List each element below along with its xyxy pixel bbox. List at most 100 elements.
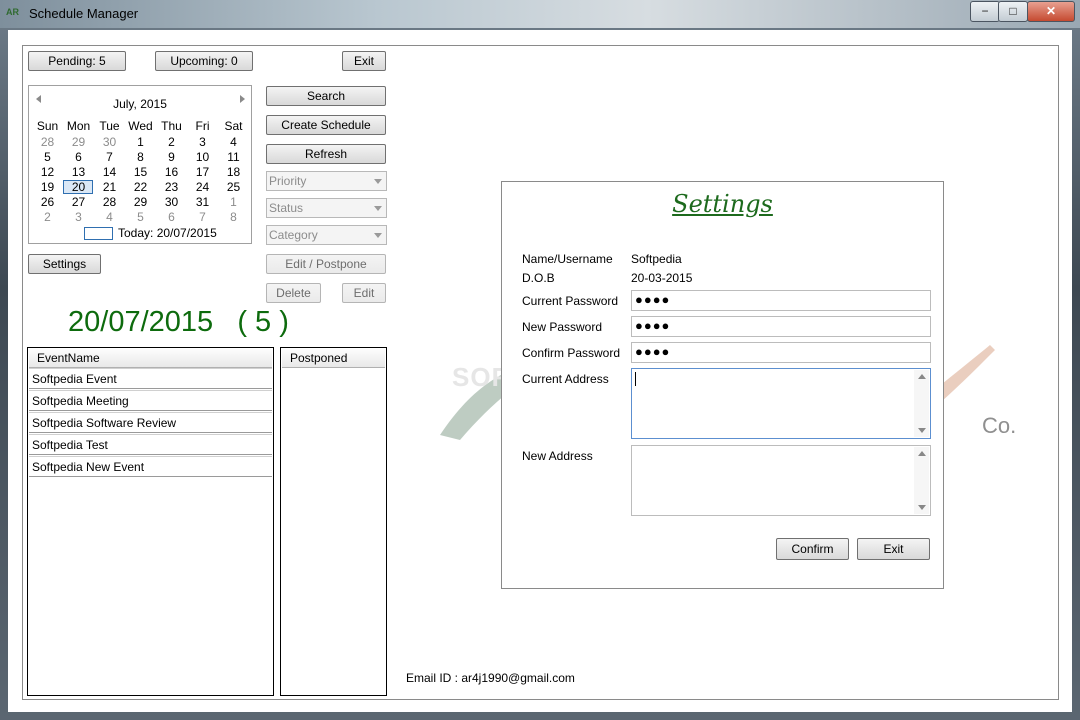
settings-exit-button[interactable]: Exit [857,538,930,560]
calendar-day[interactable]: 22 [125,180,156,194]
app-icon: AR [6,7,19,17]
minimize-button[interactable]: − [970,1,1000,22]
calendar-day[interactable]: 25 [218,180,249,194]
confirm-button[interactable]: Confirm [776,538,849,560]
calendar-day[interactable]: 12 [32,165,63,179]
calendar-day[interactable]: 31 [187,195,218,209]
weekday-label: Wed [128,119,153,133]
weekday-label: Mon [66,119,91,133]
settings-title: Settings [672,190,773,218]
event-row[interactable]: Softpedia Software Review [29,412,272,433]
exit-button[interactable]: Exit [342,51,386,71]
scroll-up-icon[interactable] [918,451,926,456]
calendar-day[interactable]: 15 [125,165,156,179]
settings-button[interactable]: Settings [28,254,101,274]
event-row[interactable]: Softpedia Event [29,368,272,389]
calendar-day[interactable]: 30 [156,195,187,209]
current-address-field[interactable] [631,368,931,439]
calendar-day[interactable]: 7 [187,210,218,224]
edit-postpone-button[interactable]: Edit / Postpone [266,254,386,274]
calendar-day[interactable]: 29 [63,135,94,149]
create-schedule-button[interactable]: Create Schedule [266,115,386,135]
scroll-up-icon[interactable] [918,374,926,379]
email-label: Email ID : ar4j1990@gmail.com [406,671,575,685]
current-address-scrollbar[interactable] [914,370,929,437]
category-select-value: Category [269,228,318,242]
calendar-day[interactable]: 16 [156,165,187,179]
status-select[interactable]: Status [266,198,387,218]
dob-value: 20-03-2015 [631,271,693,285]
calendar-day[interactable]: 1 [218,195,249,209]
new-address-field[interactable] [631,445,931,516]
calendar-day[interactable]: 4 [218,135,249,149]
postponed-list[interactable]: Postponed [280,347,387,696]
calendar-day[interactable]: 20 [63,180,94,194]
calendar-day[interactable]: 21 [94,180,125,194]
calendar-day[interactable]: 27 [63,195,94,209]
today-label[interactable]: Today: 20/07/2015 [118,226,217,240]
calendar-day[interactable]: 6 [156,210,187,224]
calendar-day[interactable]: 3 [63,210,94,224]
search-button[interactable]: Search [266,86,386,106]
calendar-day[interactable]: 18 [218,165,249,179]
calendar-day[interactable]: 8 [218,210,249,224]
name-value: Softpedia [631,252,682,266]
calendar-day[interactable]: 28 [32,135,63,149]
new-password-field[interactable]: ●●●● [631,316,931,337]
postponed-list-header[interactable]: Postponed [282,349,385,368]
calendar-day[interactable]: 10 [187,150,218,164]
events-list[interactable]: EventName Softpedia Event Softpedia Meeti… [27,347,274,696]
calendar-day[interactable]: 8 [125,150,156,164]
close-icon: ✕ [1045,4,1057,18]
title-bar[interactable] [0,0,1080,28]
close-button[interactable]: ✕ [1027,1,1075,22]
priority-select[interactable]: Priority [266,171,387,191]
calendar-day[interactable]: 23 [156,180,187,194]
settings-panel: Settings Name/Username Softpedia D.O.B 2… [501,181,944,589]
calendar-day[interactable]: 30 [94,135,125,149]
confirm-password-field[interactable]: ●●●● [631,342,931,363]
event-row[interactable]: Softpedia Meeting [29,390,272,411]
calendar-day[interactable]: 4 [94,210,125,224]
calendar-day[interactable]: 1 [125,135,156,149]
calendar-day[interactable]: 26 [32,195,63,209]
delete-button[interactable]: Delete [266,283,321,303]
month-calendar[interactable]: July, 2015 Sun Mon Tue Wed Thu Fri Sat 28 29 30 1 2… [28,85,252,244]
maximize-button[interactable]: □ [998,1,1028,22]
calendar-day[interactable]: 24 [187,180,218,194]
pending-button[interactable]: Pending: 5 [28,51,126,71]
calendar-day[interactable]: 29 [125,195,156,209]
weekday-label: Sun [36,119,59,133]
chevron-down-icon [374,206,382,211]
category-select[interactable]: Category [266,225,387,245]
calendar-day[interactable]: 28 [94,195,125,209]
calendar-day[interactable]: 2 [32,210,63,224]
refresh-button[interactable]: Refresh [266,144,386,164]
upcoming-button[interactable]: Upcoming: 0 [155,51,253,71]
event-row[interactable]: Softpedia Test [29,434,272,455]
new-address-scrollbar[interactable] [914,447,929,514]
current-password-field[interactable]: ●●●● [631,290,931,311]
calendar-month-label: July, 2015 [113,97,167,111]
status-select-value: Status [269,201,304,215]
calendar-day[interactable]: 5 [125,210,156,224]
calendar-day[interactable]: 19 [32,180,63,194]
edit-button[interactable]: Edit [342,283,386,303]
new-password-label: New Password [522,320,603,334]
calendar-day[interactable]: 5 [32,150,63,164]
chevron-down-icon [374,179,382,184]
calendar-day[interactable]: 3 [187,135,218,149]
scroll-down-icon[interactable] [918,505,926,510]
calendar-day[interactable]: 2 [156,135,187,149]
calendar-day[interactable]: 9 [156,150,187,164]
calendar-day[interactable]: 17 [187,165,218,179]
calendar-day[interactable]: 11 [218,150,249,164]
calendar-day[interactable]: 13 [63,165,94,179]
event-row[interactable]: Softpedia New Event [29,456,272,477]
calendar-day[interactable]: 6 [63,150,94,164]
events-list-header[interactable]: EventName [29,349,272,368]
scroll-down-icon[interactable] [918,428,926,433]
today-indicator [84,227,113,240]
calendar-day[interactable]: 14 [94,165,125,179]
calendar-day[interactable]: 7 [94,150,125,164]
